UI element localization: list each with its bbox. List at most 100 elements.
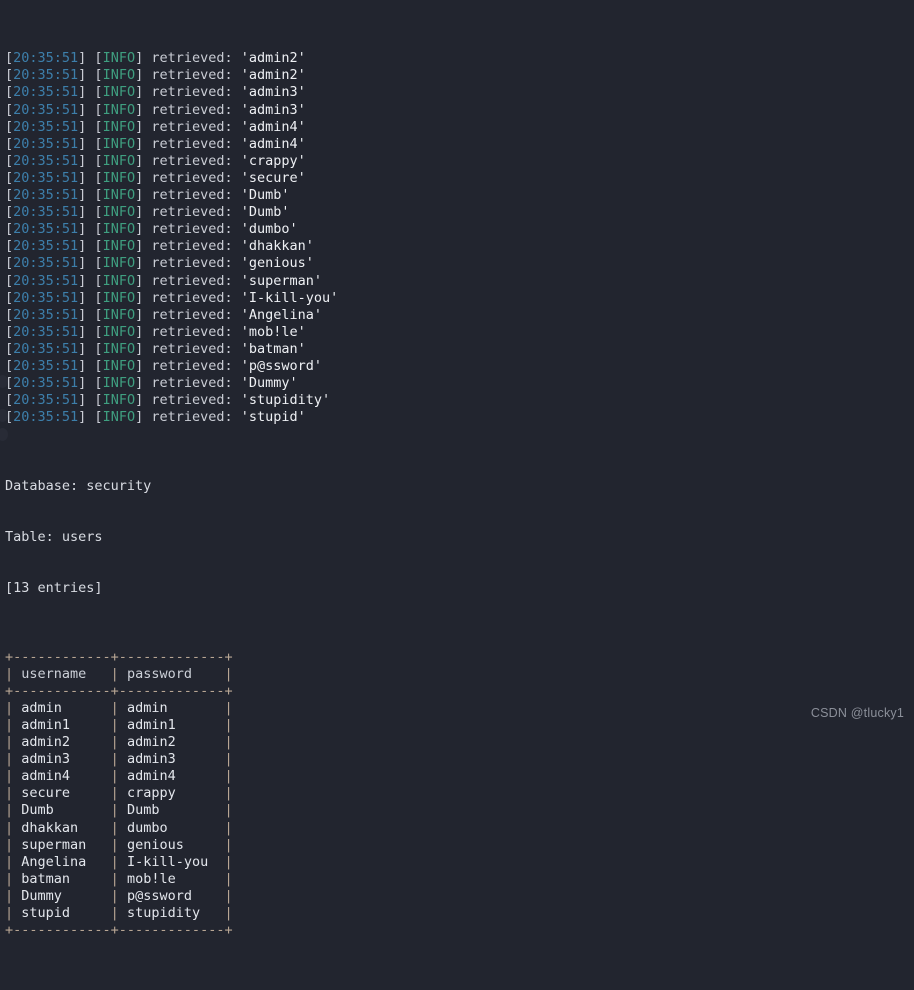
log-line: [20:35:51] [INFO] retrieved: 'Dumb' xyxy=(5,187,338,204)
log-message: retrieved: xyxy=(151,187,233,204)
log-level: INFO xyxy=(102,255,136,272)
log-value: 'batman' xyxy=(240,340,306,357)
close-bracket: ] [ xyxy=(78,221,103,238)
log-line: [20:35:51] [INFO] retrieved: 'stupid' xyxy=(5,409,338,426)
open-bracket: [ xyxy=(5,375,14,392)
open-bracket: [ xyxy=(5,118,14,135)
table-cell: admin3 xyxy=(21,751,111,768)
log-line: [20:35:51] [INFO] retrieved: 'genious' xyxy=(5,255,338,272)
log-level: INFO xyxy=(102,272,136,289)
log-timestamp: 20:35:51 xyxy=(13,323,79,340)
log-message: retrieved: xyxy=(151,118,233,135)
log-value: 'admin2' xyxy=(240,67,306,84)
log-value: 'crappy' xyxy=(240,152,306,169)
log-message: retrieved: xyxy=(151,238,233,255)
log-message: retrieved: xyxy=(151,306,233,323)
log-timestamp: 20:35:51 xyxy=(13,101,79,118)
log-line: [20:35:51] [INFO] retrieved: 'admin2' xyxy=(5,50,338,67)
close-bracket: ] xyxy=(135,84,152,101)
log-level: INFO xyxy=(102,204,136,221)
log-value: 'stupid' xyxy=(240,409,306,426)
table-pipe: | xyxy=(110,887,127,904)
table-cell: Dumb xyxy=(126,802,225,819)
close-bracket: ] xyxy=(135,169,152,186)
log-value: 'admin4' xyxy=(240,135,306,152)
log-line: [20:35:51] [INFO] retrieved: 'Dumb' xyxy=(5,204,338,221)
close-bracket: ] [ xyxy=(78,118,103,135)
open-bracket: [ xyxy=(5,101,14,118)
log-message: retrieved: xyxy=(151,392,233,409)
table-pipe: | xyxy=(110,836,127,853)
log-message: retrieved: xyxy=(151,101,233,118)
log-timestamp: 20:35:51 xyxy=(13,204,79,221)
log-level: INFO xyxy=(102,392,136,409)
table-cell: admin xyxy=(21,699,111,716)
table-pipe: | xyxy=(110,665,127,682)
close-bracket: ] [ xyxy=(78,272,103,289)
table-cell: admin4 xyxy=(126,768,225,785)
table-pipe: | xyxy=(5,734,22,751)
open-bracket: [ xyxy=(5,221,14,238)
log-level: INFO xyxy=(102,340,136,357)
log-message: retrieved: xyxy=(151,84,233,101)
open-bracket: [ xyxy=(5,272,14,289)
log-value: 'I-kill-you' xyxy=(240,289,339,306)
log-message: retrieved: xyxy=(151,169,233,186)
close-bracket: ] [ xyxy=(78,357,103,374)
log-value: 'dumbo' xyxy=(240,221,298,238)
close-bracket: ] [ xyxy=(78,306,103,323)
watermark: CSDN @tlucky1 xyxy=(810,705,904,720)
table-pipe: | xyxy=(110,802,127,819)
close-bracket: ] xyxy=(135,50,152,67)
table-pipe: | xyxy=(110,819,127,836)
open-bracket: [ xyxy=(5,357,14,374)
close-bracket: ] [ xyxy=(78,152,103,169)
log-level: INFO xyxy=(102,50,136,67)
table-pipe: | xyxy=(224,785,233,802)
log-message: retrieved: xyxy=(151,255,233,272)
log-timestamp: 20:35:51 xyxy=(13,306,79,323)
table-pipe: | xyxy=(224,887,233,904)
close-bracket: ] xyxy=(135,221,152,238)
close-bracket: ] xyxy=(135,323,152,340)
log-timestamp: 20:35:51 xyxy=(13,118,79,135)
log-timestamp: 20:35:51 xyxy=(13,357,79,374)
table-pipe: | xyxy=(5,802,22,819)
close-bracket: ] [ xyxy=(78,204,103,221)
terminal-window: [20:35:51] [INFO] retrieved: 'admin2' [20… xyxy=(0,0,914,938)
table-pipe: | xyxy=(224,819,233,836)
table-row: | dhakkan | dumbo | xyxy=(5,820,338,837)
table-row: | admin4 | admin4 | xyxy=(5,768,338,785)
close-bracket: ] [ xyxy=(78,187,103,204)
log-line: [20:35:51] [INFO] retrieved: 'p@ssword' xyxy=(5,358,338,375)
log-message: retrieved: xyxy=(151,357,233,374)
log-timestamp: 20:35:51 xyxy=(13,289,79,306)
log-message: retrieved: xyxy=(151,340,233,357)
log-line: [20:35:51] [INFO] retrieved: 'Angelina' xyxy=(5,307,338,324)
open-bracket: [ xyxy=(5,169,14,186)
table-row: | superman | genious | xyxy=(5,837,338,854)
log-timestamp: 20:35:51 xyxy=(13,375,79,392)
table-pipe: | xyxy=(5,716,22,733)
console-output: [20:35:51] [INFO] retrieved: 'admin2' [20… xyxy=(5,0,338,990)
close-bracket: ] xyxy=(135,392,152,409)
table-cell: mob!le xyxy=(126,870,225,887)
log-level: INFO xyxy=(102,289,136,306)
log-value: 'admin2' xyxy=(240,50,306,67)
table-pipe: | xyxy=(224,751,233,768)
table-pipe: | xyxy=(5,853,22,870)
log-message: retrieved: xyxy=(151,272,233,289)
table-cell: dumbo xyxy=(126,819,225,836)
close-bracket: ] xyxy=(135,152,152,169)
table-cell: admin3 xyxy=(126,751,225,768)
table-pipe: | xyxy=(224,904,233,921)
